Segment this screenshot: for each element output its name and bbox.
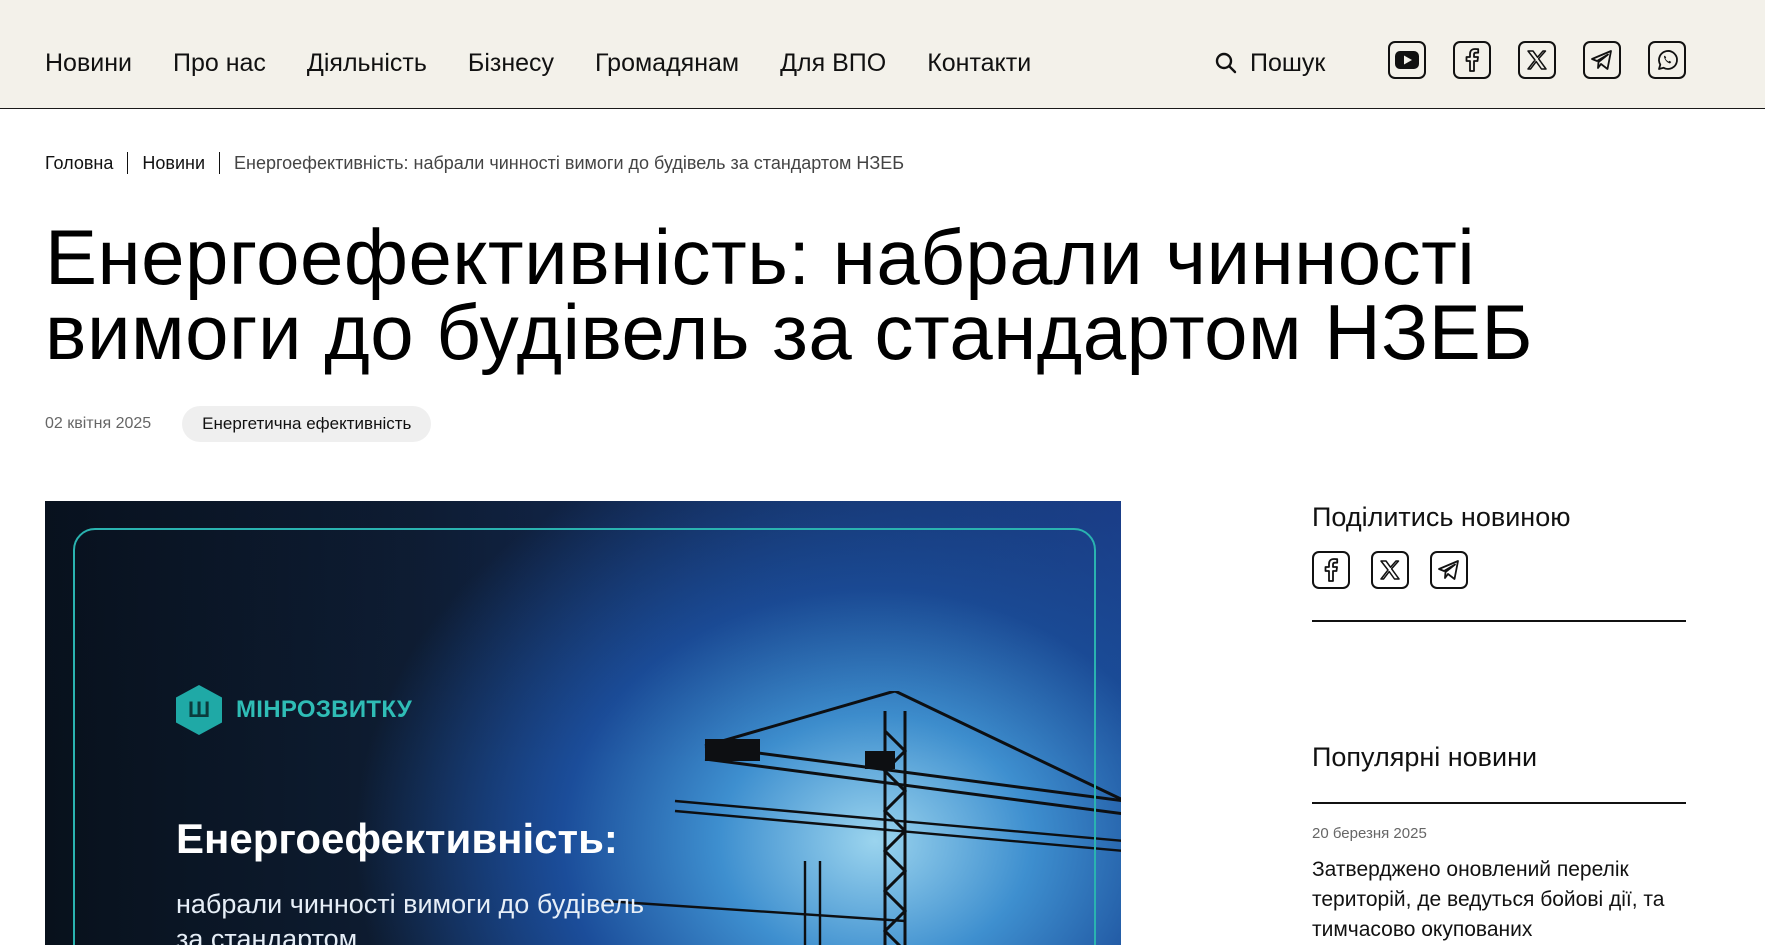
share-facebook-button[interactable]: [1312, 551, 1350, 589]
youtube-icon: [1395, 51, 1419, 69]
breadcrumb-news[interactable]: Новини: [142, 152, 205, 174]
share-title: Поділитись новиною: [1312, 502, 1571, 532]
article-date: 02 квітня 2025: [45, 415, 152, 432]
nav-activity[interactable]: Діяльність: [307, 48, 427, 78]
whatsapp-icon: [1658, 50, 1678, 70]
nav-business[interactable]: Бізнесу: [468, 48, 554, 78]
facebook-button[interactable]: [1453, 41, 1491, 79]
nav-idp[interactable]: Для ВПО: [780, 48, 886, 78]
sidebar-divider: [1312, 802, 1686, 804]
share-x-button[interactable]: [1371, 551, 1409, 589]
nav-news[interactable]: Новини: [45, 48, 132, 78]
category-tag[interactable]: Енергетична ефективність: [182, 406, 432, 442]
sidebar-divider: [1312, 620, 1686, 622]
breadcrumb-current: Енергоефективність: набрали чинності вим…: [234, 153, 905, 173]
x-icon: [1380, 560, 1400, 580]
popular-item-link[interactable]: Затверджено оновлений перелік територій,…: [1312, 855, 1692, 945]
hero-subtitle: набрали чинності вимоги до будівель за с…: [176, 889, 645, 945]
facebook-icon: [1324, 558, 1339, 582]
trident-icon: Ш: [176, 685, 222, 735]
search-icon: [1215, 52, 1237, 74]
share-socials: [1312, 551, 1489, 589]
breadcrumb-home[interactable]: Головна: [45, 152, 113, 174]
hero-frame: [73, 528, 1096, 945]
nav-about[interactable]: Про нас: [173, 48, 266, 78]
article-meta: 02 квітня 2025 Енергетична ефективність: [45, 406, 432, 442]
search-button[interactable]: Пошук: [1214, 48, 1325, 78]
page-title: Енергоефективність: набрали чинності вим…: [45, 213, 1534, 376]
logo-text: МІНРОЗВИТКУ: [236, 696, 413, 723]
nav-contacts[interactable]: Контакти: [927, 48, 1031, 78]
telegram-icon: [1591, 50, 1612, 70]
share-telegram-button[interactable]: [1430, 551, 1468, 589]
whatsapp-button[interactable]: [1648, 41, 1686, 79]
x-button[interactable]: [1518, 41, 1556, 79]
ministry-logo: Ш МІНРОЗВИТКУ: [176, 685, 412, 735]
breadcrumb-separator: [219, 152, 221, 174]
site-header: Новини Про нас Діяльність Бізнесу Громад…: [0, 0, 1765, 109]
search-label: Пошук: [1250, 49, 1326, 77]
breadcrumb: Головна Новини Енергоефективність: набра…: [45, 152, 904, 174]
hero-title: Енергоефективність:: [176, 815, 618, 862]
x-icon: [1527, 50, 1547, 70]
nav-citizens[interactable]: Громадянам: [595, 48, 739, 78]
hero-image: Ш МІНРОЗВИТКУ Енергоефективність: набрал…: [45, 501, 1121, 945]
main-nav: Новини Про нас Діяльність Бізнесу Громад…: [45, 48, 1072, 78]
popular-title: Популярні новини: [1312, 742, 1538, 772]
facebook-icon: [1465, 48, 1480, 72]
popular-item-date: 20 березня 2025: [1312, 825, 1427, 842]
telegram-button[interactable]: [1583, 41, 1621, 79]
breadcrumb-separator: [127, 152, 129, 174]
youtube-button[interactable]: [1388, 41, 1426, 79]
header-socials: [1388, 41, 1713, 79]
telegram-icon: [1438, 560, 1459, 580]
